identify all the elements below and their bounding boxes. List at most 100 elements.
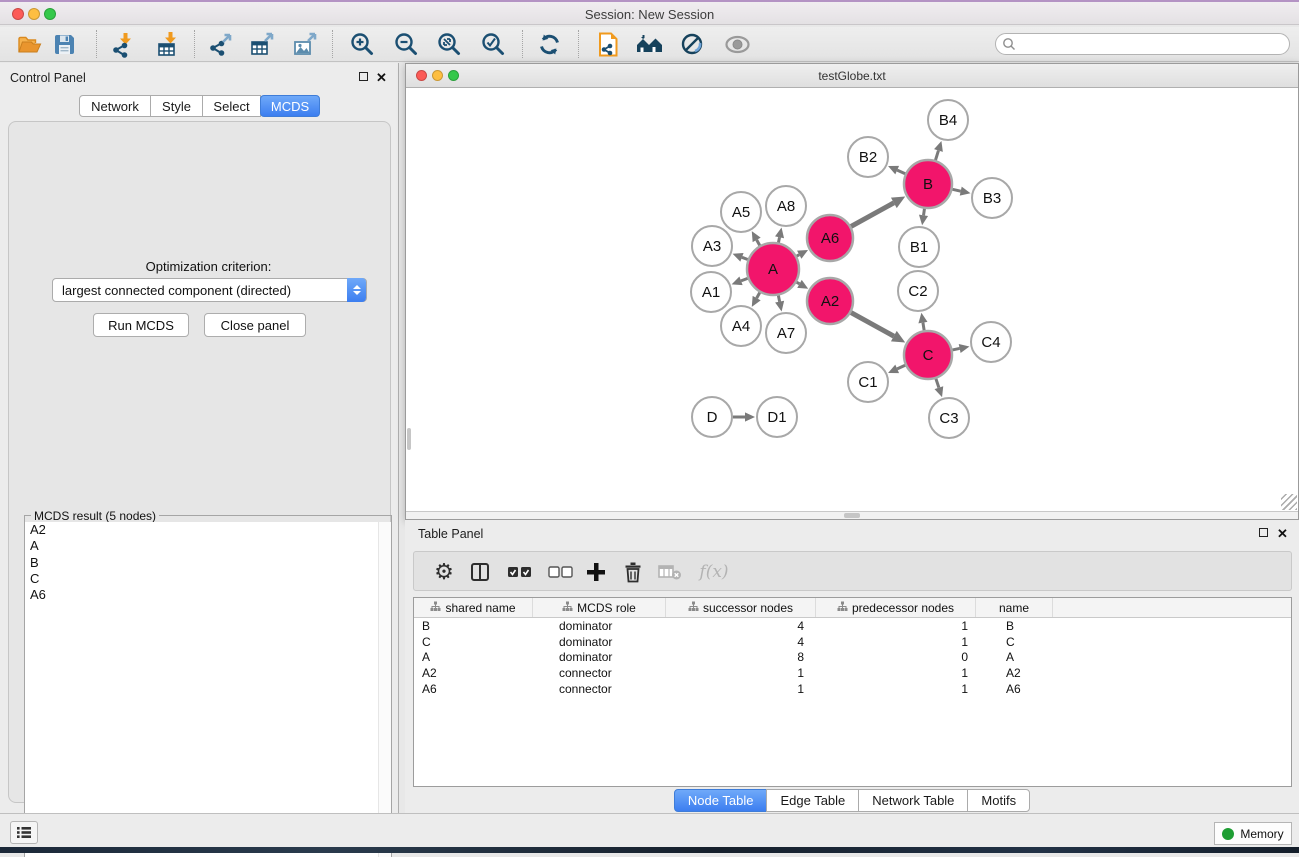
- vertical-scrollbar-thumb[interactable]: [407, 428, 411, 450]
- column-header-predecessor-nodes[interactable]: predecessor nodes: [816, 598, 976, 617]
- node-C3[interactable]: C3: [929, 398, 969, 438]
- select-all-icon[interactable]: [505, 557, 535, 587]
- cell[interactable]: C: [976, 635, 1053, 649]
- function-builder-icon[interactable]: f(x): [694, 557, 734, 587]
- cell[interactable]: 1: [816, 682, 976, 696]
- tab-edge-table[interactable]: Edge Table: [766, 789, 859, 812]
- node-D[interactable]: D: [692, 397, 732, 437]
- cell[interactable]: 4: [666, 635, 816, 649]
- column-header-MCDS-role[interactable]: MCDS role: [533, 598, 666, 617]
- node-A6[interactable]: A6: [807, 215, 853, 261]
- cell[interactable]: B: [414, 619, 533, 633]
- cell[interactable]: A: [414, 650, 533, 664]
- resize-grip[interactable]: [1281, 494, 1297, 510]
- cell[interactable]: A2: [414, 666, 533, 680]
- column-header-successor-nodes[interactable]: successor nodes: [666, 598, 816, 617]
- mcds-result-item[interactable]: C: [25, 571, 391, 587]
- run-mcds-button[interactable]: Run MCDS: [93, 313, 189, 337]
- table-settings-gear-icon[interactable]: ⚙: [429, 557, 459, 587]
- cell[interactable]: 4: [666, 619, 816, 633]
- export-network-icon[interactable]: [205, 29, 235, 59]
- tab-select[interactable]: Select: [202, 95, 261, 117]
- export-table-icon[interactable]: [247, 29, 277, 59]
- cell[interactable]: A2: [976, 666, 1053, 680]
- node-B4[interactable]: B4: [928, 100, 968, 140]
- close-panel-icon[interactable]: ✕: [1277, 527, 1288, 540]
- import-table-icon[interactable]: [153, 29, 183, 59]
- task-history-button[interactable]: [10, 821, 38, 844]
- delete-table-icon[interactable]: [655, 557, 685, 587]
- import-network-icon[interactable]: [108, 29, 138, 59]
- node-C1[interactable]: C1: [848, 362, 888, 402]
- network-canvas[interactable]: B4B2BB3A5A8A6A3B1AA1A2C2A4A7C4CC1C3DD1: [406, 88, 1298, 511]
- horizontal-scrollbar[interactable]: [406, 511, 1298, 519]
- cell[interactable]: dominator: [533, 650, 666, 664]
- show-columns-icon[interactable]: [465, 557, 495, 587]
- node-C4[interactable]: C4: [971, 322, 1011, 362]
- cell[interactable]: A6: [976, 682, 1053, 696]
- close-panel-button[interactable]: Close panel: [204, 313, 306, 337]
- tab-mcds[interactable]: MCDS: [260, 95, 320, 117]
- deselect-all-icon[interactable]: [546, 557, 576, 587]
- memory-button[interactable]: Memory: [1214, 822, 1292, 845]
- cell[interactable]: 1: [666, 682, 816, 696]
- tab-network[interactable]: Network: [79, 95, 151, 117]
- table-row[interactable]: A2connector11A2: [414, 665, 1291, 681]
- tab-network-table[interactable]: Network Table: [858, 789, 968, 812]
- cell[interactable]: 8: [666, 650, 816, 664]
- tab-style[interactable]: Style: [150, 95, 203, 117]
- save-session-icon[interactable]: [49, 29, 79, 59]
- mcds-result-item[interactable]: B: [25, 555, 391, 571]
- node-B3[interactable]: B3: [972, 178, 1012, 218]
- horizontal-scrollbar-thumb[interactable]: [844, 513, 860, 518]
- tab-motifs[interactable]: Motifs: [967, 789, 1030, 812]
- search-input[interactable]: [995, 33, 1290, 55]
- float-panel-icon[interactable]: [1259, 528, 1268, 537]
- node-B[interactable]: B: [904, 160, 952, 208]
- mcds-result-item[interactable]: A6: [25, 587, 391, 603]
- node-B2[interactable]: B2: [848, 137, 888, 177]
- scrollbar-track[interactable]: [378, 522, 391, 857]
- table-row[interactable]: A6connector11A6: [414, 681, 1291, 697]
- export-image-icon[interactable]: [290, 29, 320, 59]
- node-A7[interactable]: A7: [766, 313, 806, 353]
- open-session-icon[interactable]: [14, 29, 44, 59]
- zoom-fit-icon[interactable]: [434, 29, 464, 59]
- style-preview-icon[interactable]: [677, 29, 707, 59]
- add-column-icon[interactable]: [581, 557, 611, 587]
- node-B1[interactable]: B1: [899, 227, 939, 267]
- show-hide-graphics-icon[interactable]: [722, 29, 752, 59]
- cell[interactable]: 0: [816, 650, 976, 664]
- zoom-selected-icon[interactable]: [478, 29, 508, 59]
- cell[interactable]: A6: [414, 682, 533, 696]
- cell[interactable]: A: [976, 650, 1053, 664]
- mcds-result-item[interactable]: A: [25, 538, 391, 554]
- node-A5[interactable]: A5: [721, 192, 761, 232]
- zoom-in-icon[interactable]: [347, 29, 377, 59]
- cell[interactable]: connector: [533, 666, 666, 680]
- delete-column-trash-icon[interactable]: [618, 557, 648, 587]
- node-D1[interactable]: D1: [757, 397, 797, 437]
- mcds-result-list[interactable]: A2ABCA6: [25, 522, 391, 857]
- table-row[interactable]: Cdominator41C: [414, 634, 1291, 650]
- mcds-result-item[interactable]: A2: [25, 522, 391, 538]
- new-network-from-file-icon[interactable]: [593, 29, 623, 59]
- column-header-shared-name[interactable]: shared name: [414, 598, 533, 617]
- cell[interactable]: dominator: [533, 619, 666, 633]
- cell[interactable]: 1: [816, 619, 976, 633]
- cell[interactable]: 1: [816, 635, 976, 649]
- cell[interactable]: 1: [666, 666, 816, 680]
- cell[interactable]: dominator: [533, 635, 666, 649]
- home-icon[interactable]: [634, 29, 664, 59]
- table-row[interactable]: Bdominator41B: [414, 618, 1291, 634]
- node-A2[interactable]: A2: [807, 278, 853, 324]
- node-C2[interactable]: C2: [898, 271, 938, 311]
- zoom-out-icon[interactable]: [391, 29, 421, 59]
- cell[interactable]: C: [414, 635, 533, 649]
- criterion-dropdown[interactable]: largest connected component (directed): [52, 278, 367, 302]
- node-A8[interactable]: A8: [766, 186, 806, 226]
- refresh-icon[interactable]: [534, 29, 564, 59]
- close-panel-icon[interactable]: ✕: [376, 71, 387, 84]
- tab-node-table[interactable]: Node Table: [674, 789, 768, 812]
- node-A1[interactable]: A1: [691, 272, 731, 312]
